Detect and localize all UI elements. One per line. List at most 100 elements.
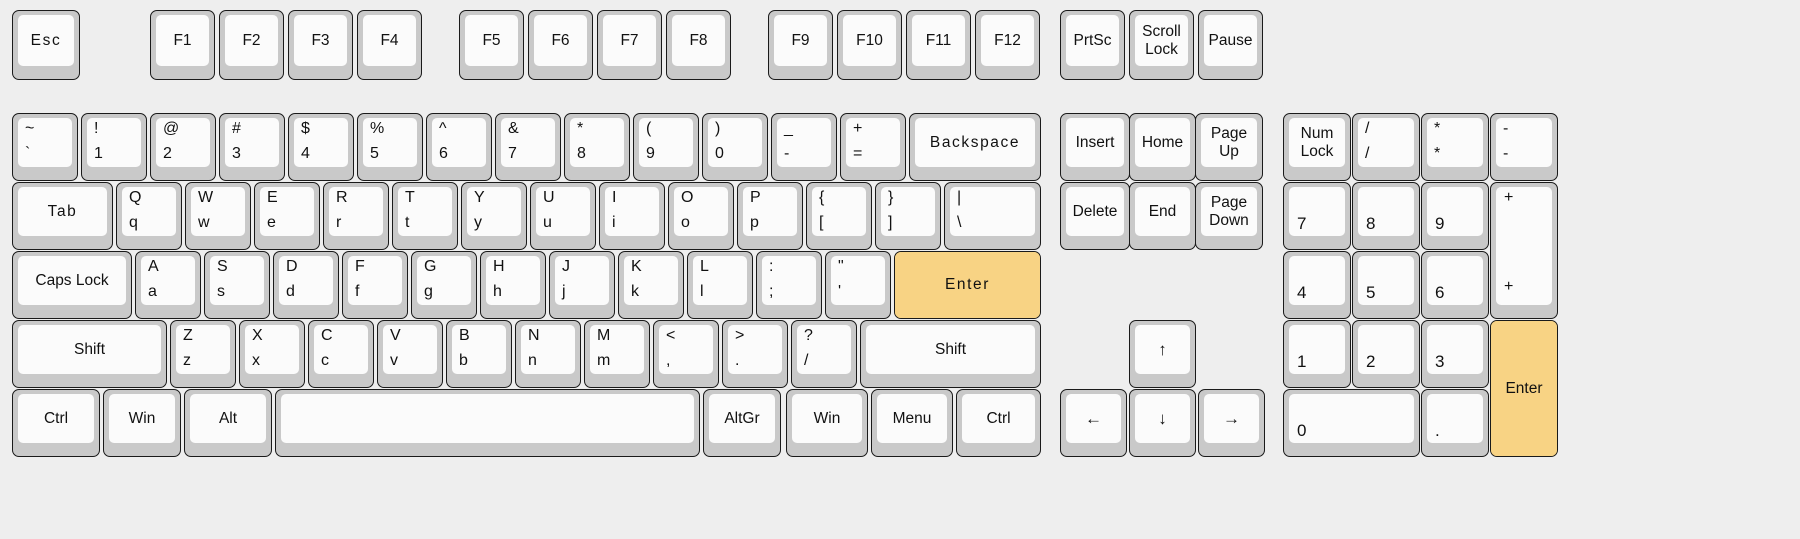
key-backslash[interactable]: | \ <box>944 182 1041 250</box>
key-space[interactable] <box>275 389 700 457</box>
key-scroll-lock[interactable]: Scroll Lock <box>1129 10 1194 80</box>
key-f10[interactable]: F10 <box>837 10 902 80</box>
key-esc[interactable]: Esc <box>12 10 80 80</box>
key-m[interactable]: Mm <box>584 320 650 388</box>
key-f9[interactable]: F9 <box>768 10 833 80</box>
key-x[interactable]: Xx <box>239 320 305 388</box>
key-pause[interactable]: Pause <box>1198 10 1263 80</box>
key-a[interactable]: Aa <box>135 251 201 319</box>
key-v[interactable]: Vv <box>377 320 443 388</box>
key-numpad-1[interactable]: 1 <box>1283 320 1351 388</box>
key-arrow-left[interactable]: ← <box>1060 389 1127 457</box>
key-numpad-0[interactable]: 0 <box>1283 389 1420 457</box>
key-c[interactable]: Cc <box>308 320 374 388</box>
key-numpad-enter[interactable]: Enter <box>1490 320 1558 457</box>
key-f7[interactable]: F7 <box>597 10 662 80</box>
key-h[interactable]: Hh <box>480 251 546 319</box>
key-page-up[interactable]: Page Up <box>1195 113 1263 181</box>
key-semicolon[interactable]: :; <box>756 251 822 319</box>
key-right-bracket[interactable]: }] <box>875 182 941 250</box>
key-backspace[interactable]: Backspace <box>909 113 1041 181</box>
key-f1[interactable]: F1 <box>150 10 215 80</box>
key-u[interactable]: Uu <box>530 182 596 250</box>
key-e[interactable]: Ee <box>254 182 320 250</box>
key-numpad-6[interactable]: 6 <box>1421 251 1489 319</box>
key-num-lock[interactable]: Num Lock <box>1283 113 1351 181</box>
key-tab[interactable]: Tab <box>12 182 113 250</box>
key-numpad-5[interactable]: 5 <box>1352 251 1420 319</box>
key-4[interactable]: $4 <box>288 113 354 181</box>
key-altgr[interactable]: AltGr <box>703 389 781 457</box>
key-numpad-3[interactable]: 3 <box>1421 320 1489 388</box>
key-numpad-9[interactable]: 9 <box>1421 182 1489 250</box>
key-f3[interactable]: F3 <box>288 10 353 80</box>
key-right-ctrl[interactable]: Ctrl <box>956 389 1041 457</box>
key-f[interactable]: Ff <box>342 251 408 319</box>
key-f4[interactable]: F4 <box>357 10 422 80</box>
key-d[interactable]: Dd <box>273 251 339 319</box>
key-z[interactable]: Zz <box>170 320 236 388</box>
key-period[interactable]: >. <box>722 320 788 388</box>
key-6[interactable]: ^ 6 <box>426 113 492 181</box>
key-arrow-right[interactable]: → <box>1198 389 1265 457</box>
key-g[interactable]: Gg <box>411 251 477 319</box>
key-slash[interactable]: ? / <box>791 320 857 388</box>
key-i[interactable]: Ii <box>599 182 665 250</box>
key-p[interactable]: Pp <box>737 182 803 250</box>
key-numpad-2[interactable]: 2 <box>1352 320 1420 388</box>
key-numpad-divide[interactable]: / / <box>1352 113 1420 181</box>
key-insert[interactable]: Insert <box>1060 113 1130 181</box>
key-left-alt[interactable]: Alt <box>184 389 272 457</box>
key-numpad-7[interactable]: 7 <box>1283 182 1351 250</box>
key-numpad-plus[interactable]: + + <box>1490 182 1558 319</box>
key-w[interactable]: Ww <box>185 182 251 250</box>
key-r[interactable]: Rr <box>323 182 389 250</box>
key-f8[interactable]: F8 <box>666 10 731 80</box>
key-left-shift[interactable]: Shift <box>12 320 167 388</box>
key-l[interactable]: Ll <box>687 251 753 319</box>
key-page-down[interactable]: Page Down <box>1195 182 1263 250</box>
key-1[interactable]: ! 1 <box>81 113 147 181</box>
key-numpad-8[interactable]: 8 <box>1352 182 1420 250</box>
key-left-win[interactable]: Win <box>103 389 181 457</box>
key-right-win[interactable]: Win <box>786 389 868 457</box>
key-left-bracket[interactable]: {[ <box>806 182 872 250</box>
key-quote[interactable]: " ' <box>825 251 891 319</box>
key-9[interactable]: (9 <box>633 113 699 181</box>
key-arrow-up[interactable]: ↑ <box>1129 320 1196 388</box>
key-f6[interactable]: F6 <box>528 10 593 80</box>
key-print-screen[interactable]: PrtSc <box>1060 10 1125 80</box>
key-7[interactable]: & 7 <box>495 113 561 181</box>
key-right-shift[interactable]: Shift <box>860 320 1041 388</box>
key-j[interactable]: Jj <box>549 251 615 319</box>
key-minus[interactable]: _ - <box>771 113 837 181</box>
key-k[interactable]: Kk <box>618 251 684 319</box>
key-n[interactable]: Nn <box>515 320 581 388</box>
key-o[interactable]: Oo <box>668 182 734 250</box>
key-5[interactable]: % 5 <box>357 113 423 181</box>
key-delete[interactable]: Delete <box>1060 182 1130 250</box>
key-0[interactable]: ) 0 <box>702 113 768 181</box>
key-3[interactable]: #3 <box>219 113 285 181</box>
key-home[interactable]: Home <box>1129 113 1196 181</box>
key-equal[interactable]: + = <box>840 113 906 181</box>
key-s[interactable]: Ss <box>204 251 270 319</box>
key-backtick[interactable]: ~ ` <box>12 113 78 181</box>
key-numpad-minus[interactable]: -- <box>1490 113 1558 181</box>
key-b[interactable]: Bb <box>446 320 512 388</box>
key-y[interactable]: Yy <box>461 182 527 250</box>
key-t[interactable]: Tt <box>392 182 458 250</box>
key-numpad-4[interactable]: 4 <box>1283 251 1351 319</box>
key-f11[interactable]: F11 <box>906 10 971 80</box>
key-f2[interactable]: F2 <box>219 10 284 80</box>
key-f12[interactable]: F12 <box>975 10 1040 80</box>
key-q[interactable]: Qq <box>116 182 182 250</box>
key-end[interactable]: End <box>1129 182 1196 250</box>
key-f5[interactable]: F5 <box>459 10 524 80</box>
key-comma[interactable]: <, <box>653 320 719 388</box>
key-numpad-multiply[interactable]: * * <box>1421 113 1489 181</box>
key-arrow-down[interactable]: ↓ <box>1129 389 1196 457</box>
key-8[interactable]: * 8 <box>564 113 630 181</box>
key-enter[interactable]: Enter <box>894 251 1041 319</box>
key-caps-lock[interactable]: Caps Lock <box>12 251 132 319</box>
